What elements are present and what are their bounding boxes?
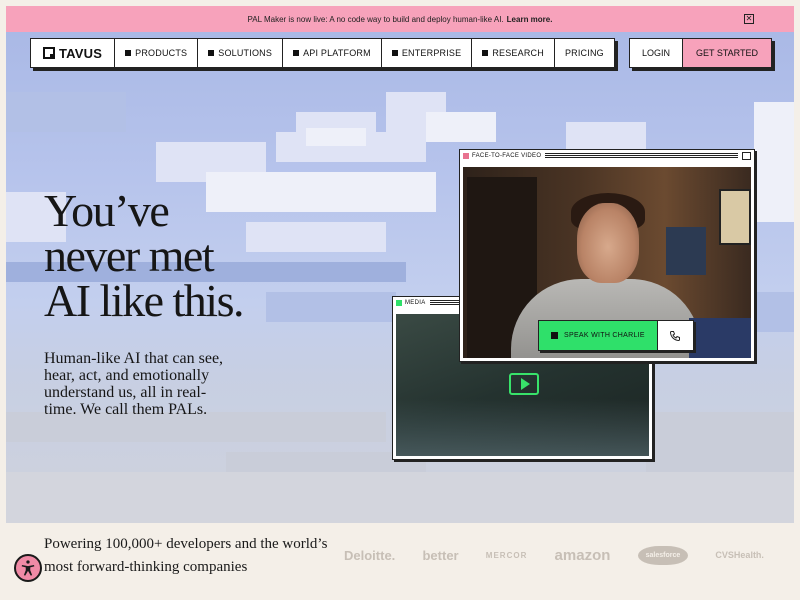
- titlebar-stripes: [545, 153, 738, 159]
- square-icon: [208, 50, 215, 56]
- square-icon: [551, 332, 558, 339]
- main-nav: TAVUS PRODUCTS SOLUTIONS API PLATFORM EN…: [30, 38, 615, 68]
- media-haze: [396, 399, 649, 456]
- logo-deloitte: Deloitte.: [344, 547, 396, 563]
- cloud-pixel: [426, 112, 496, 142]
- cloud-pixel: [754, 102, 794, 222]
- nav-item-solutions[interactable]: SOLUTIONS: [198, 39, 284, 67]
- square-icon: [125, 50, 132, 56]
- play-icon[interactable]: [509, 373, 539, 395]
- window-maximize-icon[interactable]: [742, 152, 751, 160]
- background-bed: [689, 318, 751, 358]
- window-titlebar: FACE-TO-FACE VIDEO: [460, 150, 754, 162]
- logo-cvshealth: CVSHealth.: [715, 550, 764, 560]
- speak-label: SPEAK WITH CHARLIE: [564, 332, 645, 339]
- nav-item-label: API PLATFORM: [303, 48, 371, 58]
- tavus-logo-icon: [43, 47, 55, 59]
- cloud-pixel: [306, 128, 366, 146]
- window-title: FACE-TO-FACE VIDEO: [472, 153, 542, 159]
- background-poster: [719, 189, 751, 245]
- nav-item-label: PRICING: [564, 48, 604, 58]
- headline-line: You’ve: [44, 185, 170, 236]
- accessibility-icon[interactable]: [14, 554, 42, 582]
- hero-section: TAVUS PRODUCTS SOLUTIONS API PLATFORM EN…: [6, 32, 794, 523]
- square-icon: [293, 50, 300, 56]
- announcement-text: PAL Maker is now live: A no code way to …: [247, 14, 504, 24]
- nav-item-api-platform[interactable]: API PLATFORM: [283, 39, 382, 67]
- phone-icon[interactable]: [657, 320, 694, 351]
- nav-item-enterprise[interactable]: ENTERPRISE: [382, 39, 473, 67]
- customer-logos: Deloitte. better MERCOR amazon salesforc…: [344, 541, 764, 569]
- nav-item-label: SOLUTIONS: [218, 48, 273, 58]
- logo-amazon: amazon: [554, 546, 611, 564]
- sea-pixel: [646, 412, 794, 472]
- square-icon: [391, 50, 398, 56]
- announcement-bar: PAL Maker is now live: A no code way to …: [6, 6, 794, 32]
- brand-name: TAVUS: [59, 45, 103, 61]
- cloud-pixel: [246, 222, 386, 252]
- sea-pixel: [6, 472, 794, 523]
- nav-item-label: ENTERPRISE: [401, 48, 462, 58]
- square-icon: [482, 50, 489, 56]
- close-icon[interactable]: ✕: [744, 14, 754, 24]
- nav-item-label: RESEARCH: [492, 48, 544, 58]
- cloud-pixel: [266, 292, 396, 322]
- headline-line: AI like this.: [44, 275, 244, 326]
- hero-subheadline: Human-like AI that can see, hear, act, a…: [44, 350, 224, 418]
- headline-line: never met: [44, 230, 215, 281]
- logo-better: better: [422, 547, 459, 563]
- hero-headline: You’ve never met AI like this.: [44, 185, 244, 326]
- cloud-pixel: [566, 122, 646, 152]
- brand-logo[interactable]: TAVUS: [31, 39, 116, 67]
- nav-item-pricing[interactable]: PRICING: [555, 39, 614, 67]
- pink-dot-icon: [463, 153, 469, 159]
- login-button[interactable]: LOGIN: [628, 38, 683, 68]
- speak-label-box[interactable]: SPEAK WITH CHARLIE: [538, 320, 658, 351]
- auth-nav: LOGIN GET STARTED: [628, 38, 772, 68]
- nav-item-research[interactable]: RESEARCH: [472, 39, 555, 67]
- window-title: MEDIA: [405, 300, 426, 306]
- nav-item-label: PRODUCTS: [135, 48, 188, 58]
- logo-salesforce: salesforce: [637, 545, 689, 565]
- speak-with-charlie-button[interactable]: SPEAK WITH CHARLIE: [538, 320, 694, 351]
- person-face: [577, 203, 639, 283]
- cloud-pixel: [6, 92, 126, 132]
- powered-by-text: Powering 100,000+ developers and the wor…: [44, 536, 328, 575]
- get-started-button[interactable]: GET STARTED: [682, 38, 772, 68]
- background-poster: [666, 227, 706, 275]
- logo-mercor: MERCOR: [485, 550, 528, 560]
- nav-item-products[interactable]: PRODUCTS: [115, 39, 199, 67]
- announcement-learn-more-link[interactable]: Learn more.: [507, 15, 553, 24]
- green-dot-icon: [396, 300, 402, 306]
